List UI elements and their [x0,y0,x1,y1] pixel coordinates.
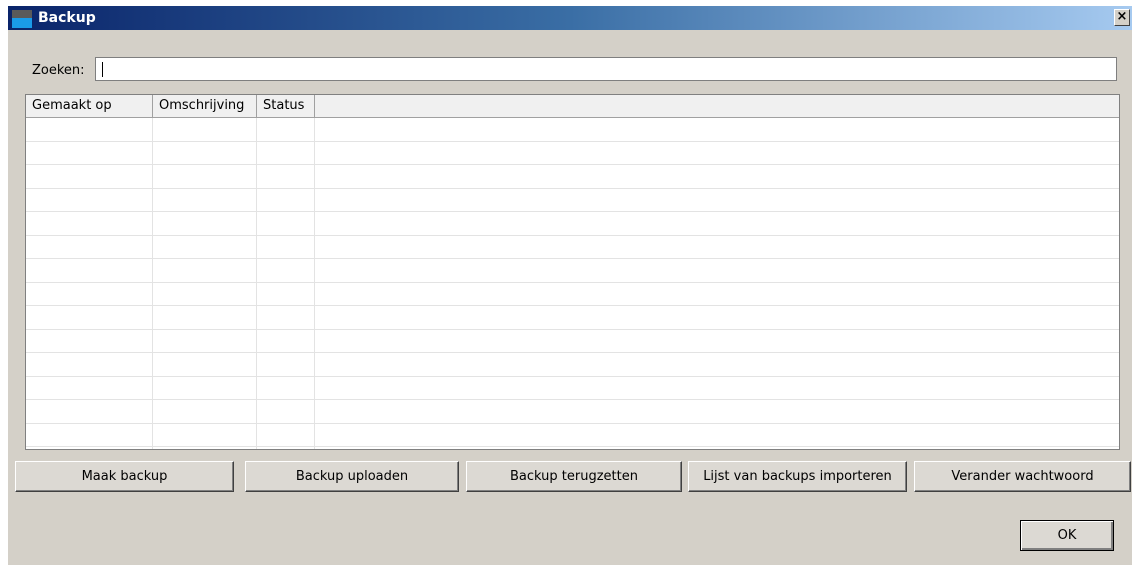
table-cell [257,141,315,164]
table-cell [257,235,315,258]
table-cell [153,329,257,352]
table-cell [153,306,257,329]
table-cell [26,447,153,449]
text-caret [102,62,103,77]
table-row[interactable] [26,141,1119,165]
table-cell [315,212,1119,235]
table-cell [315,400,1119,423]
table-cell [26,259,153,282]
table-cell [26,212,153,235]
table-cell [26,329,153,352]
table-cell [153,282,257,305]
window-title: Backup [38,10,96,26]
table-row[interactable] [26,212,1119,236]
table-body [26,118,1119,449]
table-row[interactable] [26,165,1119,189]
table-cell [257,423,315,446]
table-cell [257,329,315,352]
table-cell [315,236,1119,259]
table-cell [153,259,257,282]
table-cell [257,188,315,211]
table-cell [257,165,315,188]
close-icon[interactable]: × [1114,9,1130,26]
table-cell [315,353,1119,376]
column-header-gemaakt-op[interactable]: Gemaakt op [26,95,153,117]
title-bar[interactable]: Backup × [8,6,1132,30]
table-row[interactable] [26,423,1119,447]
table-cell [257,118,315,141]
table-row[interactable] [26,282,1119,306]
table-cell [257,447,315,449]
app-icon [12,10,32,28]
make-backup-button[interactable]: Maak backup [15,461,234,492]
backup-dialog: Backup × Zoeken: Gemaakt op Omschrijving… [8,6,1132,565]
table-cell [257,259,315,282]
table-row[interactable] [26,329,1119,353]
table-row[interactable] [26,400,1119,424]
table-cell [153,400,257,423]
table-cell [153,188,257,211]
table-cell [315,283,1119,306]
table-cell [153,212,257,235]
table-cell [153,423,257,446]
ok-button[interactable]: OK [1020,520,1114,551]
table-cell [26,423,153,446]
column-header-omschrijving[interactable]: Omschrijving [153,95,257,117]
table-cell [257,353,315,376]
restore-backup-button[interactable]: Backup terugzetten [466,461,682,492]
table-cell [315,118,1119,141]
table-row[interactable] [26,353,1119,377]
table-cell [26,141,153,164]
table-cell [257,306,315,329]
table-cell [315,447,1119,449]
upload-backup-button[interactable]: Backup uploaden [245,461,459,492]
table-cell [153,235,257,258]
table-cell [26,400,153,423]
search-input[interactable] [95,57,1117,81]
table-cell [257,400,315,423]
table-cell [26,282,153,305]
column-header-empty[interactable] [315,95,1119,117]
table-row[interactable] [26,118,1119,142]
table-cell [153,141,257,164]
search-label: Zoeken: [32,63,85,78]
table-row[interactable] [26,188,1119,212]
table-header: Gemaakt op Omschrijving Status [26,95,1119,118]
table-cell [257,282,315,305]
table-cell [26,306,153,329]
backup-table[interactable]: Gemaakt op Omschrijving Status [25,94,1120,450]
table-cell [153,353,257,376]
table-cell [315,377,1119,400]
table-row[interactable] [26,447,1119,449]
table-cell [315,424,1119,447]
table-cell [315,142,1119,165]
table-cell [257,212,315,235]
import-backup-list-button[interactable]: Lijst van backups importeren [688,461,907,492]
table-cell [26,118,153,141]
table-cell [26,376,153,399]
table-row[interactable] [26,235,1119,259]
table-cell [315,189,1119,212]
table-cell [257,376,315,399]
table-cell [153,118,257,141]
table-cell [315,165,1119,188]
table-row[interactable] [26,259,1119,283]
table-cell [153,376,257,399]
table-cell [153,165,257,188]
table-cell [26,188,153,211]
table-row[interactable] [26,376,1119,400]
table-cell [315,306,1119,329]
table-row[interactable] [26,306,1119,330]
table-cell [315,259,1119,282]
table-cell [153,447,257,449]
column-header-status[interactable]: Status [257,95,315,117]
table-cell [26,235,153,258]
table-cell [26,353,153,376]
change-password-button[interactable]: Verander wachtwoord [914,461,1131,492]
table-cell [26,165,153,188]
table-cell [315,330,1119,353]
